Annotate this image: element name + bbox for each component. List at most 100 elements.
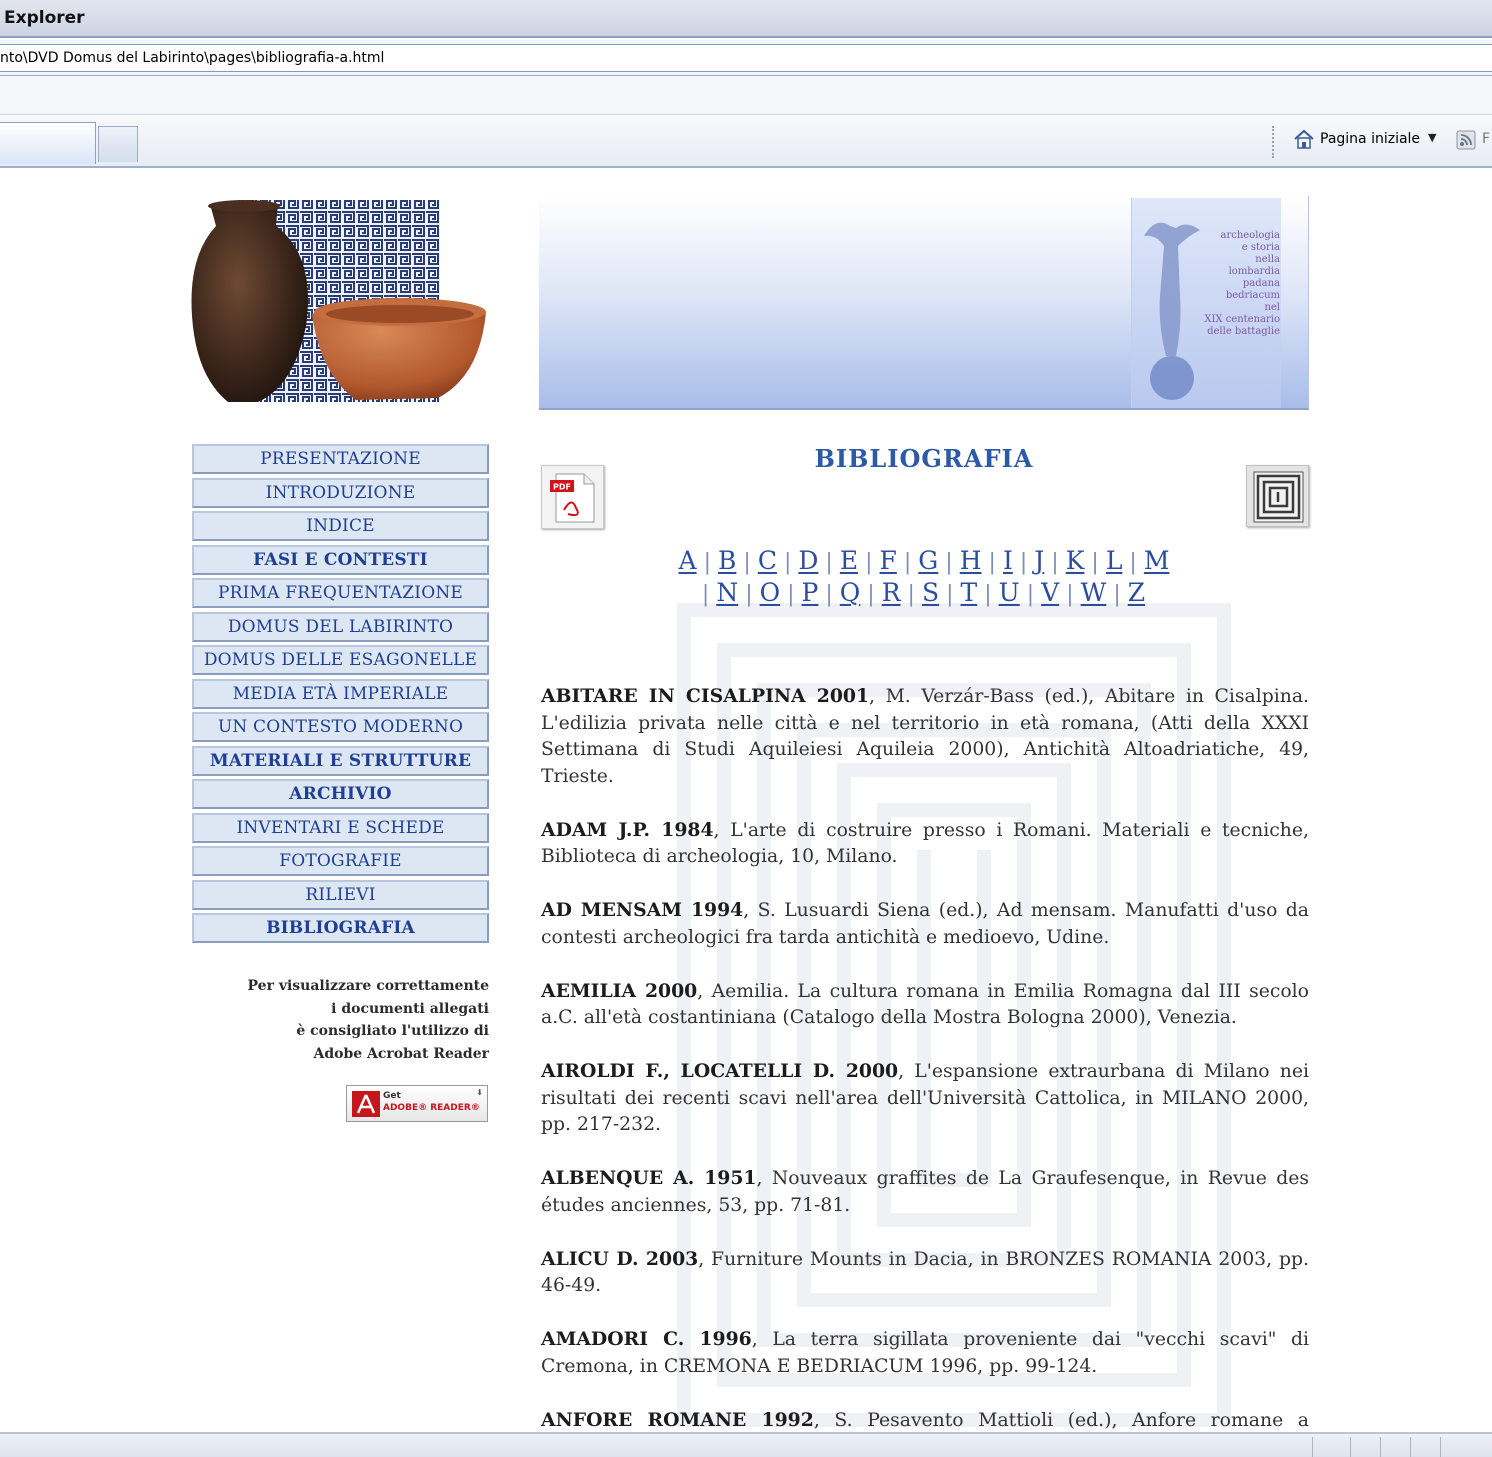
letter-link-d[interactable]: D: [794, 546, 822, 575]
letter-link-m[interactable]: M: [1140, 546, 1174, 575]
entry-heading: AMADORI C. 1996: [541, 1328, 752, 1350]
acrobat-note-line: è consigliato l'utilizzo di: [296, 1023, 489, 1039]
sidebar-item-inventari-e-schede[interactable]: INVENTARI E SCHEDE: [192, 812, 489, 843]
get-adobe-reader-button[interactable]: Get ADOBE® READER® ⬇: [346, 1085, 488, 1122]
entry-heading: AEMILIA 2000: [541, 979, 698, 1002]
sidebar-item-introduzione[interactable]: INTRODUZIONE: [192, 477, 489, 508]
letter-link-q[interactable]: Q: [836, 578, 865, 607]
alphabet-separator: |: [825, 582, 833, 607]
letter-link-i[interactable]: I: [999, 546, 1017, 575]
page-title: BIBLIOGRAFIA: [814, 444, 1034, 473]
alphabet-separator: |: [1129, 550, 1137, 575]
feed-icon[interactable]: [1456, 130, 1476, 150]
header-banner: archeologia e storia nella lombardia pad…: [539, 196, 1309, 410]
bibliography-entry: ALBENQUE A. 1951, Nouveaux graffites de …: [541, 1165, 1309, 1219]
entry-heading: AIROLDI F., LOCATELLI D. 2000: [541, 1060, 899, 1082]
letter-link-c[interactable]: C: [754, 546, 781, 575]
alphabet-separator: |: [787, 582, 795, 607]
sidebar-item-bibliografia[interactable]: BIBLIOGRAFIA: [192, 913, 489, 943]
entry-heading: ANFORE ROMANE 1992: [541, 1408, 814, 1431]
pdf-download-button[interactable]: PDF: [541, 465, 604, 529]
status-divider: [1350, 1437, 1352, 1457]
sidebar-item-fotografie[interactable]: FOTOGRAFIE: [192, 846, 489, 876]
alphabet-separator: |: [945, 550, 953, 575]
alphabet-index: A | B | C | D | E | F | G | H | I | J | K | L | M | N | O | P | Q | R | S | T…: [539, 546, 1309, 610]
home-icon[interactable]: [1293, 128, 1315, 150]
bibliography-entry: AD MENSAM 1994, S. Lusuardi Siena (ed.),…: [541, 897, 1309, 951]
bibliography-entry: AEMILIA 2000, Aemilia. La cultura romana…: [541, 978, 1309, 1032]
sidebar-item-un-contesto-moderno[interactable]: UN CONTESTO MODERNO: [192, 712, 489, 742]
sidebar-item-domus-del-labirinto[interactable]: DOMUS DEL LABIRINTO: [192, 611, 489, 642]
svg-text:PDF: PDF: [553, 483, 571, 492]
home-dropdown-arrow[interactable]: ▼: [1428, 131, 1436, 144]
alphabet-separator: |: [701, 582, 710, 607]
letter-link-f[interactable]: F: [876, 546, 901, 575]
letter-link-r[interactable]: R: [878, 578, 905, 607]
status-bar: [0, 1432, 1492, 1457]
acrobat-note-line: Adobe Acrobat Reader: [313, 1045, 489, 1062]
alphabet-separator: |: [946, 582, 954, 607]
alphabet-separator: |: [745, 582, 753, 607]
sidebar-item-indice[interactable]: INDICE: [192, 511, 489, 541]
alphabet-separator: |: [743, 550, 751, 575]
sidebar-item-materiali-e-strutture[interactable]: MATERIALI E STRUTTURE: [192, 745, 489, 776]
sidebar-item-presentazione[interactable]: PRESENTAZIONE: [192, 444, 489, 474]
acrobat-note: Per visualizzare correttamente i documen…: [200, 975, 489, 1065]
alphabet-separator: |: [984, 582, 992, 607]
letter-link-u[interactable]: U: [995, 578, 1024, 607]
status-divider: [1380, 1437, 1382, 1457]
letter-link-t[interactable]: T: [957, 578, 982, 607]
alphabet-separator: |: [988, 550, 996, 575]
window-titlebar: Explorer: [0, 0, 1492, 38]
sidebar-item-rilievi[interactable]: RILIEVI: [192, 879, 489, 910]
letter-link-v[interactable]: V: [1037, 578, 1063, 607]
home-button-label[interactable]: Pagina iniziale: [1320, 131, 1420, 147]
get-reader-brand-label: ADOBE® READER®: [383, 1103, 480, 1113]
entry-heading: ALBENQUE A. 1951: [541, 1167, 757, 1189]
alphabet-separator: |: [907, 582, 915, 607]
letter-link-z[interactable]: Z: [1124, 578, 1149, 607]
status-divider: [1440, 1437, 1442, 1457]
browser-toolbar: [0, 77, 1492, 115]
new-tab-button[interactable]: [98, 126, 138, 162]
entry-heading: ADAM J.P. 1984: [541, 818, 714, 841]
letter-link-g[interactable]: G: [914, 546, 942, 575]
letter-link-n[interactable]: N: [712, 578, 742, 607]
sidebar-item-media-età-imperiale[interactable]: MEDIA ETÀ IMPERIALE: [192, 678, 489, 709]
bibliography-entry: ADAM J.P. 1984, L'arte di costruire pres…: [541, 817, 1309, 871]
alphabet-separator: |: [903, 550, 912, 575]
acrobat-note-line: i documenti allegati: [331, 1000, 489, 1017]
bibliography-entry: ABITARE IN CISALPINA 2001, M. Verzár-Bas…: [541, 683, 1309, 790]
sidebar-item-fasi-e-contesti[interactable]: FASI E CONTESTI: [192, 544, 489, 575]
sidebar-item-prima-frequentazione[interactable]: PRIMA FREQUENTAZIONE: [192, 578, 489, 608]
alphabet-separator: |: [703, 550, 712, 575]
status-divider: [1312, 1437, 1314, 1457]
alphabet-separator: |: [867, 582, 875, 607]
labyrinth-home-button[interactable]: [1246, 465, 1309, 527]
letter-link-s[interactable]: S: [918, 578, 943, 607]
sidebar-item-domus-delle-esagonelle[interactable]: DOMUS DELLE ESAGONELLE: [192, 645, 489, 675]
alphabet-separator: |: [1026, 582, 1035, 607]
letter-link-j[interactable]: J: [1030, 546, 1048, 575]
letter-link-p[interactable]: P: [798, 578, 823, 607]
address-bar: nto\DVD Domus del Labirinto\pages\biblio…: [0, 40, 1492, 76]
address-input[interactable]: nto\DVD Domus del Labirinto\pages\biblio…: [0, 44, 1492, 72]
letter-link-a[interactable]: A: [675, 546, 701, 575]
letter-link-k[interactable]: K: [1062, 546, 1089, 575]
letter-link-e[interactable]: E: [836, 546, 862, 575]
book-cover-subtitle: bedriacum nel XIX centenario delle batta…: [1204, 290, 1280, 337]
letter-link-w[interactable]: W: [1077, 578, 1111, 607]
tab-current[interactable]: [0, 122, 96, 164]
entry-heading: ALICU D. 2003: [541, 1247, 699, 1270]
alphabet-separator: |: [865, 550, 873, 575]
letter-link-l[interactable]: L: [1102, 546, 1127, 575]
letter-link-o[interactable]: O: [756, 578, 785, 607]
bibliography-list: ABITARE IN CISALPINA 2001, M. Verzár-Bas…: [541, 683, 1309, 1457]
bibliography-entry: ALICU D. 2003, Furniture Mounts in Dacia…: [541, 1246, 1309, 1300]
alphabet-separator: |: [825, 550, 833, 575]
letter-link-b[interactable]: B: [714, 546, 740, 575]
adobe-logo-icon: [352, 1091, 380, 1117]
letter-link-h[interactable]: H: [956, 546, 986, 575]
sidebar-item-archivio[interactable]: ARCHIVIO: [192, 779, 489, 809]
entry-heading: ABITARE IN CISALPINA 2001: [541, 685, 870, 707]
